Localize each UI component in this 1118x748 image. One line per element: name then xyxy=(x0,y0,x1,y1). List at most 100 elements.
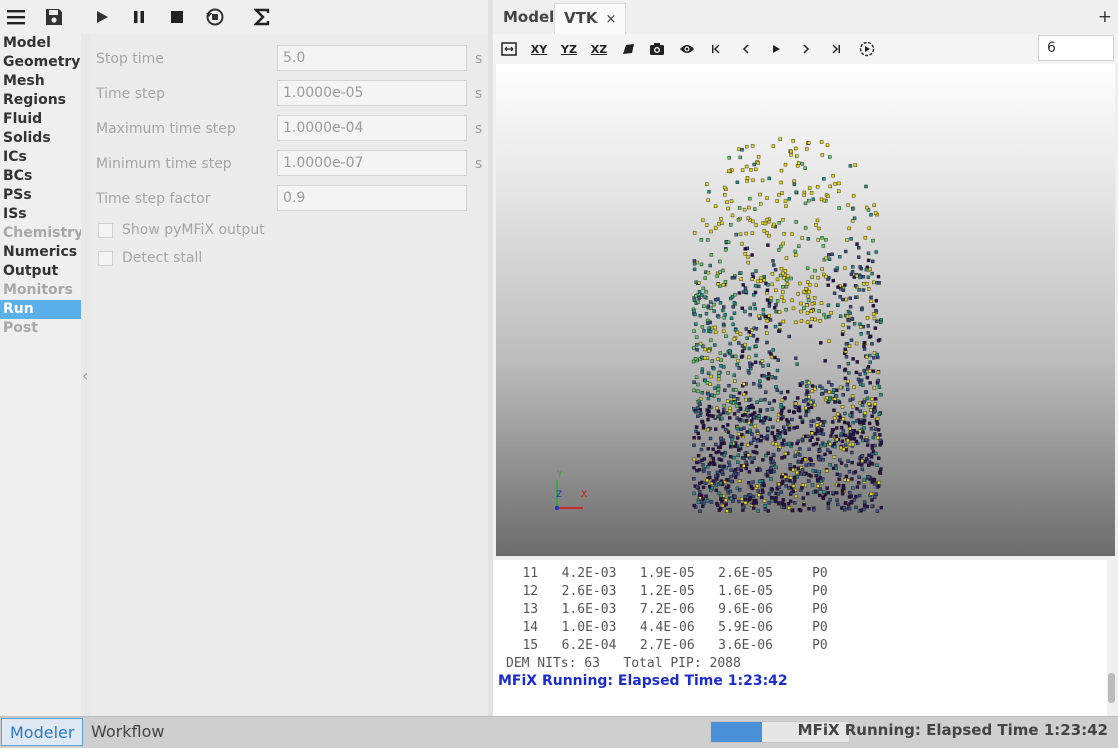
particle xyxy=(874,250,878,254)
sigma-icon[interactable] xyxy=(249,5,275,29)
particle xyxy=(878,433,882,437)
particle xyxy=(759,419,763,423)
particle xyxy=(862,426,866,430)
particle xyxy=(848,433,853,437)
tab-vtk[interactable]: VTK × xyxy=(554,3,627,34)
tab-model[interactable]: Model xyxy=(494,3,563,34)
sidebar-item-run[interactable]: Run xyxy=(0,300,81,319)
particle xyxy=(835,498,839,502)
particle xyxy=(701,286,706,291)
particle xyxy=(750,144,755,148)
time-step-label: Time step xyxy=(96,86,165,102)
play-settings-icon[interactable] xyxy=(859,39,875,59)
particle xyxy=(782,503,787,507)
last-frame-icon[interactable] xyxy=(829,39,843,59)
visibility-eye-icon[interactable] xyxy=(679,39,695,59)
particle xyxy=(752,411,757,415)
view-xz-button[interactable]: XZ xyxy=(590,39,608,59)
particle xyxy=(782,425,786,429)
time-step-factor-field[interactable]: 0.9 xyxy=(277,185,467,211)
particle xyxy=(735,427,740,431)
particle xyxy=(830,383,834,387)
checkbox-box[interactable] xyxy=(98,222,113,238)
particle xyxy=(790,417,794,422)
checkbox-box[interactable] xyxy=(98,250,113,266)
sidebar-item-bcs[interactable]: BCs xyxy=(0,167,81,186)
console-status: MFiX Running: Elapsed Time 1:23:42 xyxy=(498,673,788,689)
add-tab-icon[interactable]: + xyxy=(1098,7,1112,27)
particle xyxy=(721,305,726,309)
particle xyxy=(798,415,803,419)
particle xyxy=(754,167,758,172)
next-frame-icon[interactable] xyxy=(799,39,813,59)
particle xyxy=(722,185,727,190)
show-pymfix-output-checkbox[interactable]: Show pyMFiX output xyxy=(98,222,265,238)
particle xyxy=(750,419,754,423)
stop-time-field[interactable]: 5.0 xyxy=(277,45,467,71)
particle xyxy=(709,253,714,257)
first-frame-icon[interactable] xyxy=(709,39,723,59)
time-step-field[interactable]: 1.0000e-05 xyxy=(277,80,467,106)
particle xyxy=(747,371,751,375)
sidebar-item-geometry[interactable]: Geometry xyxy=(0,53,81,72)
particle xyxy=(819,341,823,345)
particle xyxy=(765,217,769,222)
particle xyxy=(747,470,752,474)
view-xy-button[interactable]: XY xyxy=(530,39,548,59)
sidebar-item-numerics[interactable]: Numerics xyxy=(0,243,81,262)
mode-tab-workflow[interactable]: Workflow xyxy=(83,718,172,746)
particle xyxy=(816,238,820,242)
mode-tab-modeler[interactable]: Modeler xyxy=(1,718,84,746)
min-time-step-field[interactable]: 1.0000e-07 xyxy=(277,150,467,176)
sidebar-item-fluid[interactable]: Fluid xyxy=(0,110,81,129)
particle xyxy=(732,455,736,460)
sidebar-item-model[interactable]: Model xyxy=(0,34,81,53)
menu-icon[interactable] xyxy=(3,5,29,29)
sidebar-item-ics[interactable]: ICs xyxy=(0,148,81,167)
stop-icon[interactable] xyxy=(164,5,190,29)
particle xyxy=(713,204,718,209)
particle xyxy=(728,455,733,459)
particle xyxy=(869,295,873,300)
sidebar-item-solids[interactable]: Solids xyxy=(0,129,81,148)
sidebar-item-mesh[interactable]: Mesh xyxy=(0,72,81,91)
particle xyxy=(754,327,759,331)
particle xyxy=(713,442,718,447)
sidebar-item-output[interactable]: Output xyxy=(0,262,81,281)
particle xyxy=(847,318,851,323)
particle xyxy=(780,295,784,299)
particle xyxy=(696,300,700,304)
pause-icon[interactable] xyxy=(126,5,152,29)
detect-stall-checkbox[interactable]: Detect stall xyxy=(98,250,202,266)
fit-view-icon[interactable] xyxy=(500,39,518,59)
particle xyxy=(751,438,756,442)
particle xyxy=(713,226,718,230)
console-scrollbar-thumb[interactable] xyxy=(1108,673,1115,703)
camera-icon[interactable] xyxy=(649,39,665,59)
particle xyxy=(855,407,859,411)
sidebar-item-regions[interactable]: Regions xyxy=(0,91,81,110)
reset-icon[interactable] xyxy=(202,5,228,29)
particle xyxy=(748,428,752,433)
particle xyxy=(807,298,811,302)
perspective-icon[interactable] xyxy=(620,39,636,59)
run-icon[interactable] xyxy=(89,5,115,29)
console-output[interactable]: 11 4.2E-03 1.9E-05 2.6E-05 P0 12 2.6E-03… xyxy=(493,560,1107,716)
view-yz-button[interactable]: YZ xyxy=(560,39,578,59)
vtk-viewport[interactable]: Y Z X xyxy=(496,64,1115,556)
particle xyxy=(822,312,826,317)
close-icon[interactable]: × xyxy=(605,12,616,27)
particle xyxy=(697,296,701,300)
chevron-left-icon[interactable]: ‹ xyxy=(82,366,88,385)
play-icon[interactable] xyxy=(769,39,783,59)
particle xyxy=(841,323,845,327)
sidebar-item-iss[interactable]: ISs xyxy=(0,205,81,224)
max-time-step-field[interactable]: 1.0000e-04 xyxy=(277,115,467,141)
frame-number-input[interactable]: 6 xyxy=(1038,35,1114,61)
save-icon[interactable] xyxy=(41,5,67,29)
previous-frame-icon[interactable] xyxy=(739,39,753,59)
sidebar-item-pss[interactable]: PSs xyxy=(0,186,81,205)
particle xyxy=(725,399,730,403)
particle xyxy=(850,460,854,465)
particle xyxy=(777,501,781,505)
